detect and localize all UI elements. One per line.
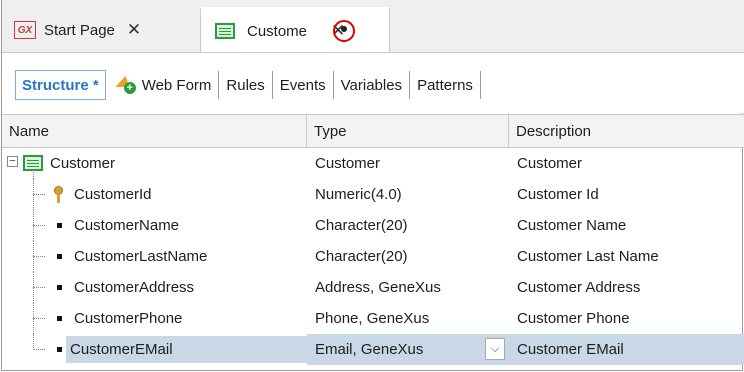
tab-customer[interactable]: Custome ✕ — [200, 7, 390, 52]
collapse-icon[interactable]: − — [7, 156, 18, 167]
tree-row-root[interactable]: − Customer Customer Customer — [2, 148, 744, 179]
web-form-icon: + — [115, 76, 136, 94]
attribute-type: Phone, GeneXus — [315, 310, 430, 327]
gx-icon: GX — [14, 21, 36, 39]
tree-row-attribute[interactable]: CustomerPhone Phone, GeneXus Customer Ph… — [2, 303, 744, 334]
attribute-name: CustomerAddress — [74, 279, 195, 296]
tab-structure[interactable]: Structure * — [15, 70, 106, 100]
tree-row-attribute[interactable]: CustomerName Character(20) Customer Name — [2, 210, 744, 241]
tab-label: Custome — [247, 22, 308, 40]
attribute-name: Customer — [50, 155, 116, 172]
attribute-type: Customer — [315, 155, 381, 172]
tree-row-attribute[interactable]: CustomerLastName Character(20) Customer … — [2, 241, 744, 272]
attribute-type: Numeric(4.0) — [315, 186, 402, 203]
tab-web-form[interactable]: + Web Form — [112, 71, 220, 99]
tree-row-attribute-selected[interactable]: CustomerEMail Email, GeneXus Customer EM… — [2, 334, 744, 365]
chevron-down-icon[interactable]: ⌵ — [485, 338, 505, 360]
editor-frame: GX Start Page ✕ Custome ✕ Structure * + … — [1, 0, 744, 371]
attribute-type: Character(20) — [315, 217, 408, 234]
attribute-description: Customer — [517, 155, 583, 172]
attribute-name: CustomerPhone — [74, 310, 183, 327]
part-tabs: Structure * + Web Form Rules Events Vari… — [15, 70, 481, 100]
transaction-icon — [215, 23, 235, 39]
column-header-type[interactable]: Type — [307, 115, 509, 147]
tab-variables[interactable]: Variables — [334, 71, 411, 99]
object-part-toolbar: Structure * + Web Form Rules Events Vari… — [2, 53, 744, 113]
attribute-bullet-icon — [57, 254, 62, 259]
attribute-name[interactable]: CustomerEMail — [66, 336, 307, 363]
attribute-bullet-icon — [57, 223, 62, 228]
document-tab-strip: GX Start Page ✕ Custome ✕ — [2, 0, 744, 53]
tab-start-page[interactable]: GX Start Page ✕ — [14, 8, 198, 52]
attribute-description: Customer Phone — [517, 310, 630, 327]
attribute-bullet-icon — [57, 285, 62, 290]
attribute-description: Customer Name — [517, 217, 627, 234]
structure-grid: Name Type Description − Customer Custome… — [2, 114, 744, 365]
tab-web-form-label: Web Form — [141, 76, 212, 94]
attribute-description[interactable]: Customer EMail — [509, 334, 744, 365]
attribute-description: Customer Address — [517, 279, 641, 296]
attribute-name: CustomerName — [74, 217, 180, 234]
attribute-type: Character(20) — [315, 248, 408, 265]
transaction-icon — [23, 155, 43, 171]
key-icon — [54, 186, 63, 203]
tab-events[interactable]: Events — [273, 71, 334, 99]
tree-row-attribute[interactable]: CustomerId Numeric(4.0) Customer Id — [2, 179, 744, 210]
tab-patterns[interactable]: Patterns — [410, 71, 481, 99]
attribute-name: CustomerId — [74, 186, 152, 203]
column-header-name[interactable]: Name — [2, 115, 307, 147]
close-icon[interactable]: ✕ — [127, 20, 141, 40]
attribute-type: Address, GeneXus — [315, 279, 441, 296]
tab-rules[interactable]: Rules — [219, 71, 273, 99]
modified-indicator-icon — [341, 26, 347, 32]
attribute-type-field[interactable]: Email, GeneXus — [307, 334, 509, 365]
attribute-bullet-icon — [57, 347, 62, 352]
attribute-description: Customer Id — [517, 186, 599, 203]
tree-row-attribute[interactable]: CustomerAddress Address, GeneXus Custome… — [2, 272, 744, 303]
attribute-name: CustomerLastName — [74, 248, 208, 265]
grid-header: Name Type Description — [2, 114, 744, 148]
column-header-description[interactable]: Description — [509, 115, 744, 147]
tab-label: Start Page — [44, 21, 115, 39]
attribute-description: Customer Last Name — [517, 248, 659, 265]
attribute-bullet-icon — [57, 316, 62, 321]
